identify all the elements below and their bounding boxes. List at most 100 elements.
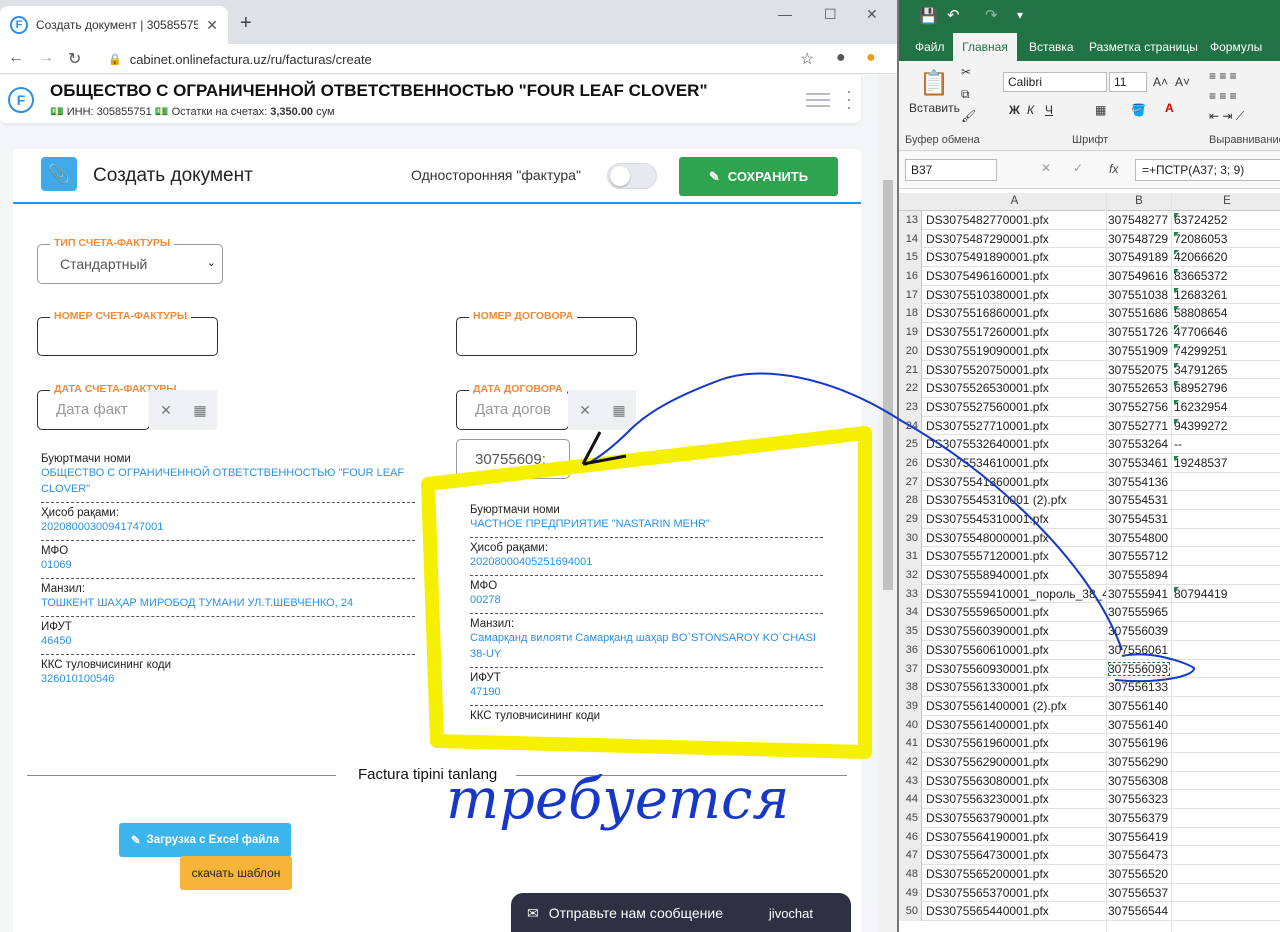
cell-e[interactable]: 47706646 bbox=[1174, 325, 1274, 339]
row-number[interactable]: 23 bbox=[899, 397, 922, 417]
row-number[interactable]: 25 bbox=[899, 435, 922, 454]
row-number[interactable]: 32 bbox=[899, 566, 922, 585]
column-a-header[interactable]: A bbox=[923, 195, 1106, 207]
cell-b[interactable]: 307552075 bbox=[1108, 363, 1170, 377]
cell-e[interactable]: 16232954 bbox=[1174, 399, 1274, 414]
cell-e[interactable]: 12683261 bbox=[1174, 287, 1274, 302]
menu-icon[interactable] bbox=[806, 89, 830, 111]
tab-file[interactable]: Файл bbox=[915, 40, 945, 54]
cell-b[interactable]: 307553264 bbox=[1108, 437, 1170, 451]
align-left-icon[interactable]: ≡ ≡ ≡ bbox=[1209, 89, 1237, 103]
cell-e[interactable]: -- bbox=[1174, 437, 1274, 451]
cell-b[interactable]: 307554531 bbox=[1108, 512, 1170, 526]
cell-e[interactable]: 42066620 bbox=[1174, 250, 1274, 264]
cell-a[interactable]: DS3075563790001.pfx bbox=[926, 811, 1106, 825]
row-number[interactable]: 44 bbox=[899, 790, 922, 809]
cell-a[interactable]: DS3075496160001.pfx bbox=[926, 269, 1106, 283]
contract-date-field[interactable]: ДАТА ДОГОВОРА Дата догов bbox=[456, 383, 569, 430]
row-number[interactable]: 35 bbox=[899, 622, 922, 641]
paste-icon[interactable]: 📋 bbox=[919, 69, 949, 98]
cell-b[interactable]: 307551726 bbox=[1108, 325, 1170, 339]
row-number[interactable]: 31 bbox=[899, 547, 922, 567]
name-box[interactable]: B37 bbox=[905, 159, 997, 181]
excel-upload-button[interactable]: ✎ Загрузка с Excel файла bbox=[119, 823, 291, 857]
one-way-toggle[interactable] bbox=[607, 163, 657, 189]
cell-a[interactable]: DS3075491890001.pfx bbox=[926, 250, 1106, 264]
forward-icon[interactable]: → bbox=[38, 49, 54, 67]
cell-a[interactable]: DS3075561960001.pfx bbox=[926, 736, 1106, 750]
cancel-formula-icon[interactable]: ✕ bbox=[1041, 161, 1051, 175]
cell-b[interactable]: 307556133 bbox=[1108, 680, 1170, 694]
minimize-icon[interactable]: — bbox=[778, 6, 792, 22]
cell-e[interactable]: 83665372 bbox=[1174, 269, 1274, 283]
row-number[interactable]: 27 bbox=[899, 472, 922, 492]
bold-button[interactable]: Ж bbox=[1009, 103, 1020, 117]
row-number[interactable]: 30 bbox=[899, 528, 922, 548]
cell-b[interactable]: 307552653 bbox=[1108, 381, 1170, 395]
row-number[interactable]: 26 bbox=[899, 453, 922, 473]
cell-b[interactable]: 307553461 bbox=[1108, 456, 1170, 470]
cell-a[interactable]: DS3075557120001.pfx bbox=[926, 549, 1106, 563]
cell-b[interactable]: 307555941 bbox=[1108, 587, 1170, 601]
grow-font-icon[interactable]: A˄ bbox=[1153, 75, 1168, 89]
shrink-font-icon[interactable]: A˅ bbox=[1175, 75, 1190, 89]
row-number[interactable]: 48 bbox=[899, 865, 922, 884]
close-window-icon[interactable]: ✕ bbox=[866, 6, 878, 23]
row-number[interactable]: 22 bbox=[899, 379, 922, 398]
cell-a[interactable]: DS3075564730001.pfx bbox=[926, 848, 1106, 862]
cell-a[interactable]: DS3075563230001.pfx bbox=[926, 792, 1106, 806]
cell-e[interactable]: 19248537 bbox=[1174, 455, 1274, 470]
cell-b[interactable]: 307556061 bbox=[1108, 643, 1170, 657]
cell-b[interactable]: 307548277 bbox=[1108, 213, 1170, 227]
cell-b[interactable]: 307556473 bbox=[1108, 848, 1170, 862]
paste-button[interactable]: Вставить bbox=[909, 101, 960, 115]
row-number[interactable]: 39 bbox=[899, 696, 922, 716]
url-box[interactable]: 🔒 cabinet.onlinefactura.uz/ru/facturas/c… bbox=[96, 47, 826, 71]
clear-date-icon[interactable]: ✕ bbox=[568, 390, 602, 430]
cell-a[interactable]: DS3075526530001.pfx bbox=[926, 381, 1106, 395]
cell-b[interactable]: 307555965 bbox=[1108, 605, 1170, 619]
cell-e[interactable]: 74299251 bbox=[1174, 343, 1274, 358]
cell-a[interactable]: DS3075516860001.pfx bbox=[926, 306, 1106, 320]
cell-a[interactable]: DS3075565200001.pfx bbox=[926, 867, 1106, 881]
maximize-icon[interactable]: ☐ bbox=[824, 6, 837, 23]
cell-a[interactable]: DS3075548000001.pfx bbox=[926, 531, 1106, 545]
cell-a[interactable]: DS3075527560001.pfx bbox=[926, 400, 1106, 414]
cell-a[interactable]: DS3075534610001.pfx bbox=[926, 456, 1106, 470]
cell-e[interactable]: 58808654 bbox=[1174, 306, 1274, 320]
row-number[interactable]: 29 bbox=[899, 510, 922, 529]
row-number[interactable]: 41 bbox=[899, 734, 922, 753]
tab-home[interactable]: Главная bbox=[953, 33, 1017, 61]
cell-e[interactable]: 72086053 bbox=[1174, 231, 1274, 246]
cell-b[interactable]: 307556290 bbox=[1108, 755, 1170, 769]
cell-e[interactable]: 80794419 bbox=[1174, 586, 1274, 601]
row-number[interactable]: 46 bbox=[899, 827, 922, 847]
row-number[interactable]: 28 bbox=[899, 491, 922, 510]
redo-icon[interactable]: ↷ bbox=[985, 6, 998, 24]
cell-e[interactable]: 34791265 bbox=[1174, 362, 1274, 377]
cell-b[interactable]: 307551686 bbox=[1108, 306, 1170, 320]
tab-insert[interactable]: Вставка bbox=[1029, 40, 1074, 54]
scroll-thumb[interactable] bbox=[883, 180, 893, 590]
row-number[interactable]: 13 bbox=[899, 211, 922, 230]
more-options-icon[interactable]: · · · bbox=[846, 82, 852, 116]
row-number[interactable]: 20 bbox=[899, 341, 922, 361]
browser-tab[interactable]: F Создать документ | 305855751 ✕ bbox=[0, 6, 228, 44]
row-number[interactable]: 36 bbox=[899, 640, 922, 660]
row-number[interactable]: 15 bbox=[899, 248, 922, 268]
cut-icon[interactable]: ✂ bbox=[961, 65, 971, 79]
tab-page-layout[interactable]: Разметка страницы bbox=[1089, 40, 1198, 54]
cell-b[interactable]: 307555712 bbox=[1108, 549, 1170, 563]
cell-b[interactable]: 307556419 bbox=[1108, 830, 1170, 844]
cell-b[interactable]: 307556520 bbox=[1108, 867, 1170, 881]
cell-b[interactable]: 307556140 bbox=[1108, 699, 1170, 713]
row-number[interactable]: 47 bbox=[899, 846, 922, 866]
chat-widget[interactable]: ✉ Отправьте нам сообщение jivochat bbox=[511, 893, 851, 932]
cell-a[interactable]: DS3075519090001.pfx bbox=[926, 344, 1106, 358]
insert-function-icon[interactable]: fx bbox=[1109, 162, 1118, 176]
underline-button[interactable]: Ч bbox=[1045, 103, 1053, 117]
row-number[interactable]: 50 bbox=[899, 902, 922, 922]
formula-input[interactable]: =+ПСТР(A37; 3; 9) bbox=[1135, 159, 1280, 181]
row-number[interactable]: 34 bbox=[899, 603, 922, 623]
column-e-header[interactable]: E bbox=[1172, 195, 1280, 207]
